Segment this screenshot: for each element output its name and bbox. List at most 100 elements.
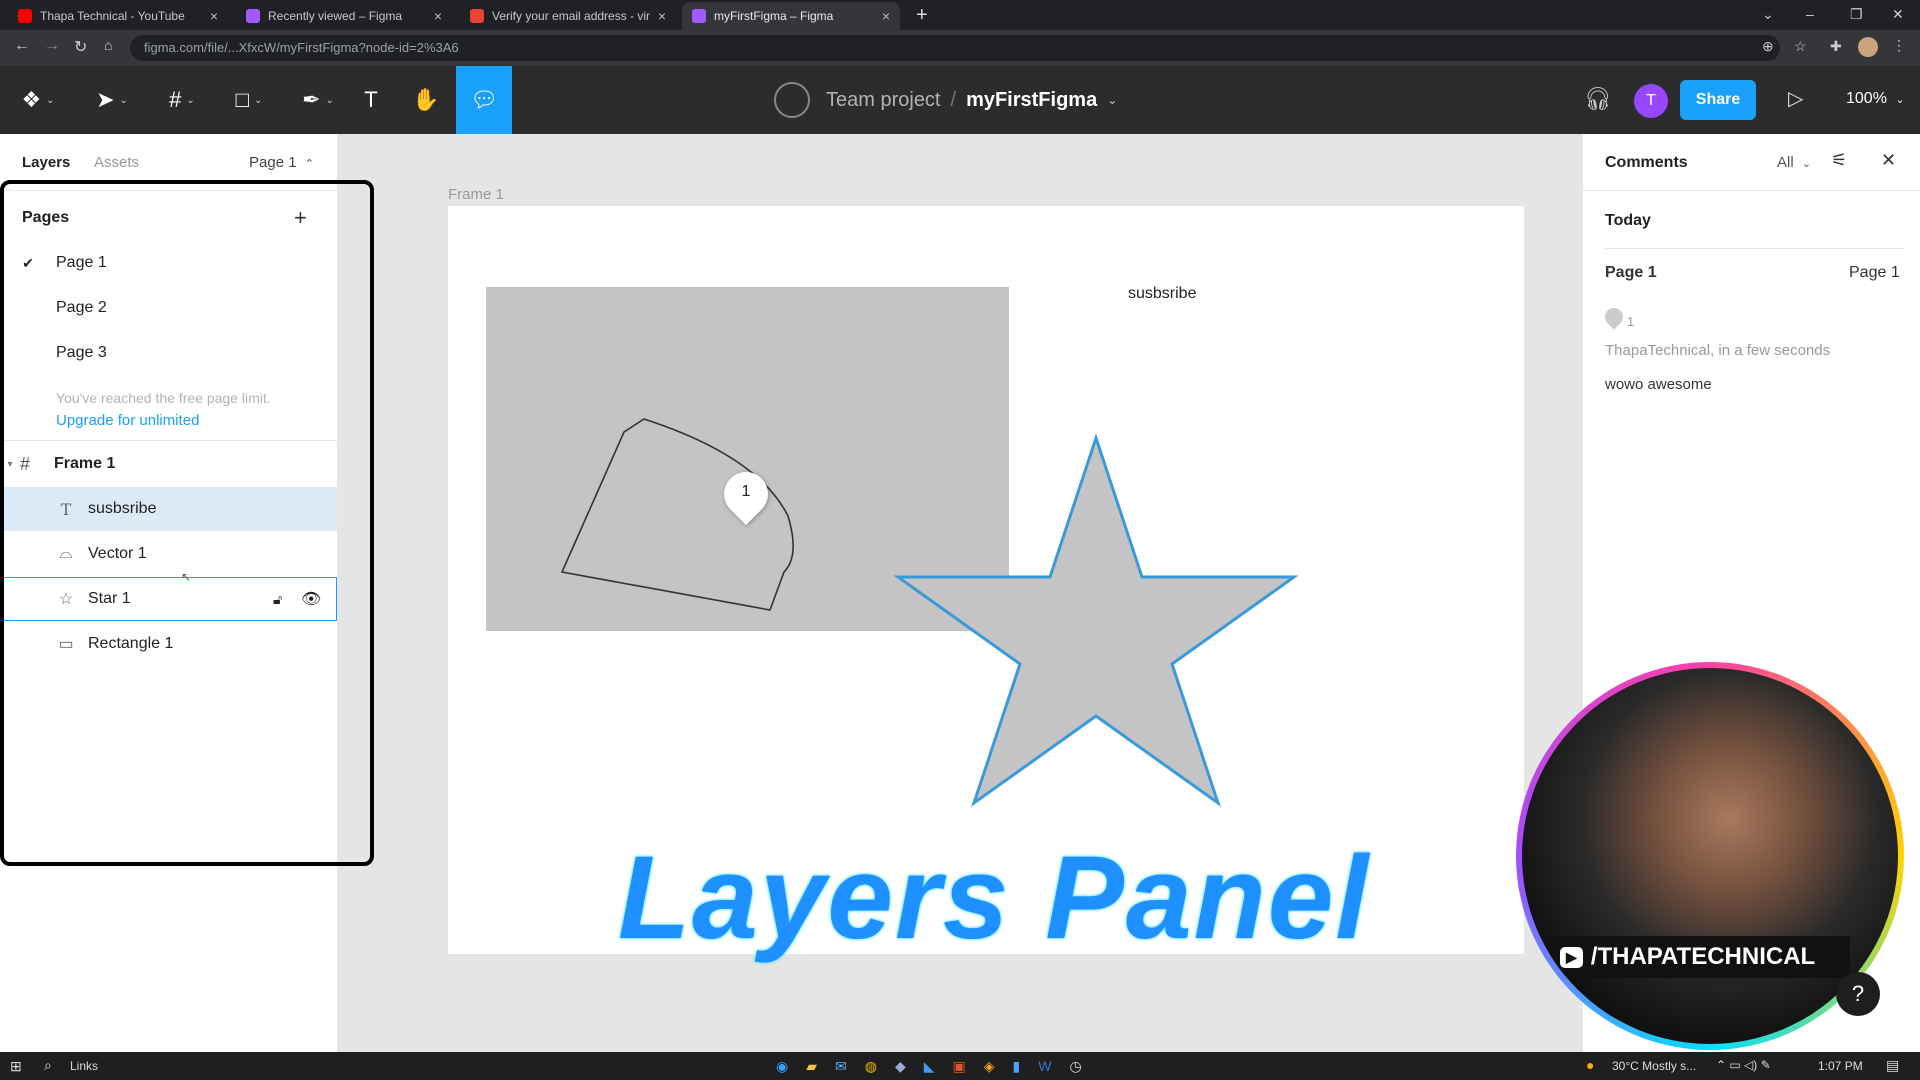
browser-menu-icon[interactable]: ⋮ xyxy=(1892,37,1906,54)
office-icon[interactable]: ▣ xyxy=(953,1058,966,1075)
filter-label: All xyxy=(1777,154,1794,171)
star-shape xyxy=(893,433,1299,807)
mail-icon[interactable]: ✉ xyxy=(835,1058,847,1075)
home-icon[interactable]: ⌂ xyxy=(104,37,112,53)
frame-label[interactable]: Frame 1 xyxy=(448,186,504,203)
browser-tab[interactable]: Thapa Technical - YouTube × xyxy=(8,2,228,30)
annotation-highlight-box xyxy=(0,180,374,866)
help-button[interactable]: ? xyxy=(1836,972,1880,1016)
address-bar-row: ← → ↻ ⌂ figma.com/file/...XfxcW/myFirstF… xyxy=(0,30,1920,66)
figma-icon xyxy=(692,9,706,23)
close-icon[interactable]: × xyxy=(210,8,218,24)
chevron-down-icon: ⌄ xyxy=(1895,94,1905,106)
comment-count: 1 xyxy=(1627,314,1635,329)
share-button[interactable]: Share xyxy=(1680,80,1756,120)
figma-menu-button[interactable]: ❖ ⌄ xyxy=(14,66,62,134)
comment-tool[interactable]: 💬︎ xyxy=(456,66,512,134)
rectangle-icon: □ xyxy=(235,87,249,112)
app-icon[interactable]: ◆ xyxy=(895,1058,906,1075)
close-icon[interactable]: × xyxy=(882,8,890,24)
app-icon[interactable]: ▮ xyxy=(1013,1058,1021,1075)
comment-author: ThapaTechnical, in a few seconds xyxy=(1605,342,1831,359)
present-icon[interactable]: ▷ xyxy=(1788,86,1803,111)
shape-tool[interactable]: □ ⌄ xyxy=(224,66,274,134)
taskbar-apps: ◉ ▰ ✉ ◍ ◆ ◣ ▣ ◈ ▮ W ◷ xyxy=(776,1058,1082,1075)
chevron-down-icon: ⌄ xyxy=(46,94,55,106)
pen-tool[interactable]: ✒ ⌄ xyxy=(292,66,344,134)
chevron-down-icon: ⌄ xyxy=(325,94,334,106)
tab-title: myFirstFigma – Figma xyxy=(714,9,834,23)
close-icon[interactable]: × xyxy=(434,8,442,24)
word-icon[interactable]: W xyxy=(1038,1058,1051,1075)
overlay-title: Layers Panel xyxy=(618,832,1371,964)
tab-title: Verify your email address - vinod xyxy=(492,9,650,23)
browser-tab[interactable]: Recently viewed – Figma × xyxy=(236,2,452,30)
taskbar-search-text[interactable]: Links xyxy=(70,1059,98,1073)
frame-tool[interactable]: # ⌄ xyxy=(156,66,208,134)
folder-icon[interactable]: ▰ xyxy=(806,1058,817,1075)
pen-icon: ✒ xyxy=(302,87,321,112)
move-tool[interactable]: ➤ ⌄ xyxy=(86,66,138,134)
bookmark-star-icon[interactable]: ☆ xyxy=(1794,38,1807,55)
minimize-icon[interactable]: – xyxy=(1806,6,1814,22)
browser-tab-active[interactable]: myFirstFigma – Figma × xyxy=(682,2,900,30)
hand-tool[interactable]: ✋ xyxy=(402,66,450,134)
file-name[interactable]: myFirstFigma xyxy=(966,89,1097,112)
comment-text[interactable]: wowo awesome xyxy=(1605,376,1712,393)
comment-icon: 💬︎ xyxy=(470,87,498,112)
comments-filter-dropdown[interactable]: All ⌄ xyxy=(1777,154,1811,171)
chevron-down-icon: ⌄ xyxy=(253,94,263,106)
vscode-icon[interactable]: ◣ xyxy=(924,1058,935,1075)
text-node[interactable]: susbsribe xyxy=(1128,285,1196,303)
comment-page-link[interactable]: Page 1 xyxy=(1849,264,1900,282)
tab-layers[interactable]: Layers xyxy=(22,154,70,171)
windows-start-icon[interactable]: ⊞ xyxy=(10,1058,22,1075)
figma-toolbar: ❖ ⌄ ➤ ⌄ # ⌄ □ ⌄ ✒ ⌄ T ✋ 💬︎ Team project / myF… xyxy=(0,66,1920,134)
chrome-icon[interactable]: ◍ xyxy=(865,1058,877,1075)
gmail-icon xyxy=(470,9,484,23)
new-tab-icon[interactable]: + xyxy=(916,4,928,27)
page-selector[interactable]: Page 1 ⌃ xyxy=(249,154,314,171)
profile-avatar[interactable] xyxy=(1858,37,1878,57)
search-icon[interactable]: ⌕ xyxy=(44,1057,52,1074)
window-close-icon[interactable]: ✕ xyxy=(1892,6,1904,23)
clock-app-icon[interactable]: ◷ xyxy=(1069,1058,1081,1075)
chevron-down-icon: ⌄ xyxy=(186,94,195,106)
comment-pin[interactable]: 1 xyxy=(714,462,778,526)
comment-bubble-icon xyxy=(1601,304,1627,330)
tab-search-icon[interactable]: ⌄ xyxy=(1762,6,1774,23)
tab-assets[interactable]: Assets xyxy=(94,154,139,171)
breadcrumb-separator: / xyxy=(950,88,957,111)
close-icon[interactable]: ✕ xyxy=(1881,150,1896,171)
url-input[interactable]: figma.com/file/...XfxcW/myFirstFigma?nod… xyxy=(130,35,1780,61)
clock-time[interactable]: 1:07 PM xyxy=(1818,1059,1863,1073)
browser-tab[interactable]: Verify your email address - vinod × xyxy=(460,2,676,30)
extensions-icon[interactable]: ✚ xyxy=(1830,38,1842,55)
divider xyxy=(1583,190,1920,191)
forward-icon[interactable]: → xyxy=(44,37,60,55)
tray-icons[interactable]: ⌃ ▭ ◁) ✎ xyxy=(1716,1058,1771,1072)
hand-icon: ✋ xyxy=(412,87,440,112)
frame-icon: # xyxy=(169,87,182,112)
reload-icon[interactable]: ↻ xyxy=(74,37,87,57)
tab-title: Thapa Technical - YouTube xyxy=(40,9,185,23)
back-icon[interactable]: ← xyxy=(14,37,30,55)
youtube-play-icon: ▶ xyxy=(1560,946,1583,968)
notification-icon[interactable]: ▤ xyxy=(1886,1057,1899,1074)
channel-name: /THAPATECHNICAL xyxy=(1590,943,1816,970)
comment-pin-number: 1 xyxy=(741,483,751,500)
settings-sliders-icon[interactable]: ⚟ xyxy=(1831,150,1847,171)
app-icon[interactable]: ◈ xyxy=(984,1058,995,1075)
breadcrumb: Team project / myFirstFigma ⌄ xyxy=(826,66,1117,134)
zoom-dropdown[interactable]: 100% ⌄ xyxy=(1846,90,1905,108)
zoom-icon[interactable]: ⊕ xyxy=(1762,38,1774,55)
edge-icon[interactable]: ◉ xyxy=(776,1058,788,1075)
user-avatar[interactable]: T xyxy=(1634,84,1668,118)
chevron-down-icon[interactable]: ⌄ xyxy=(1107,93,1117,107)
weather-text[interactable]: 30°C Mostly s... xyxy=(1612,1059,1696,1073)
restore-icon[interactable]: ❐ xyxy=(1850,6,1863,23)
close-icon[interactable]: × xyxy=(658,8,666,24)
headphones-icon[interactable]: 🎧︎ xyxy=(1584,86,1612,112)
team-name[interactable]: Team project xyxy=(826,89,941,112)
text-tool[interactable]: T xyxy=(356,66,386,134)
